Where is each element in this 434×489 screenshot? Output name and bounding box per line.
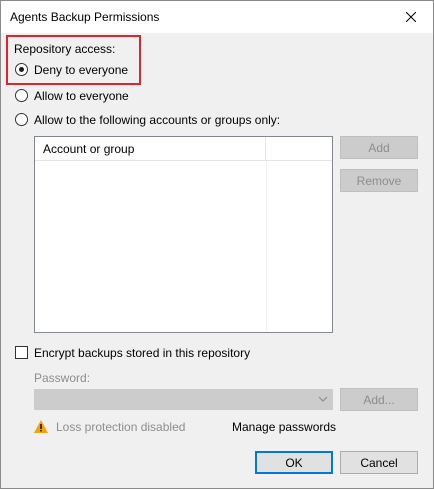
radio-deny-everyone-label[interactable]: Deny to everyone [34,63,128,77]
manage-passwords-link[interactable]: Manage passwords [232,420,336,434]
permissions-dialog: Agents Backup Permissions Repository acc… [0,0,434,489]
window-title: Agents Backup Permissions [10,10,160,24]
radio-allow-specific-label[interactable]: Allow to the following accounts or group… [34,113,280,127]
cancel-button[interactable]: Cancel [340,451,418,474]
ok-button[interactable]: OK [255,451,333,474]
chevron-down-icon [318,396,328,402]
loss-protection-status: Loss protection disabled [56,420,186,434]
remove-account-button[interactable]: Remove [340,169,418,192]
warning-icon [34,420,48,433]
password-label: Password: [34,371,91,385]
password-select[interactable] [34,389,333,410]
radio-allow-everyone[interactable] [15,89,28,102]
encrypt-checkbox[interactable] [15,346,28,359]
close-button[interactable] [389,1,433,32]
accounts-list[interactable]: Account or group [34,136,333,333]
add-account-button[interactable]: Add [340,136,418,159]
encrypt-checkbox-label[interactable]: Encrypt backups stored in this repositor… [34,346,250,360]
repository-access-label: Repository access: [14,42,116,56]
close-icon [406,11,416,22]
title-bar: Agents Backup Permissions [1,1,433,33]
column-divider [266,161,267,332]
column-header-account[interactable]: Account or group [35,137,266,161]
radio-selected-dot [19,67,24,72]
list-header: Account or group [35,137,332,161]
radio-deny-everyone[interactable] [15,63,28,76]
radio-allow-specific[interactable] [15,113,28,126]
add-password-button[interactable]: Add... [340,388,418,411]
column-header-extra[interactable] [266,137,332,161]
radio-allow-everyone-label[interactable]: Allow to everyone [34,89,129,103]
